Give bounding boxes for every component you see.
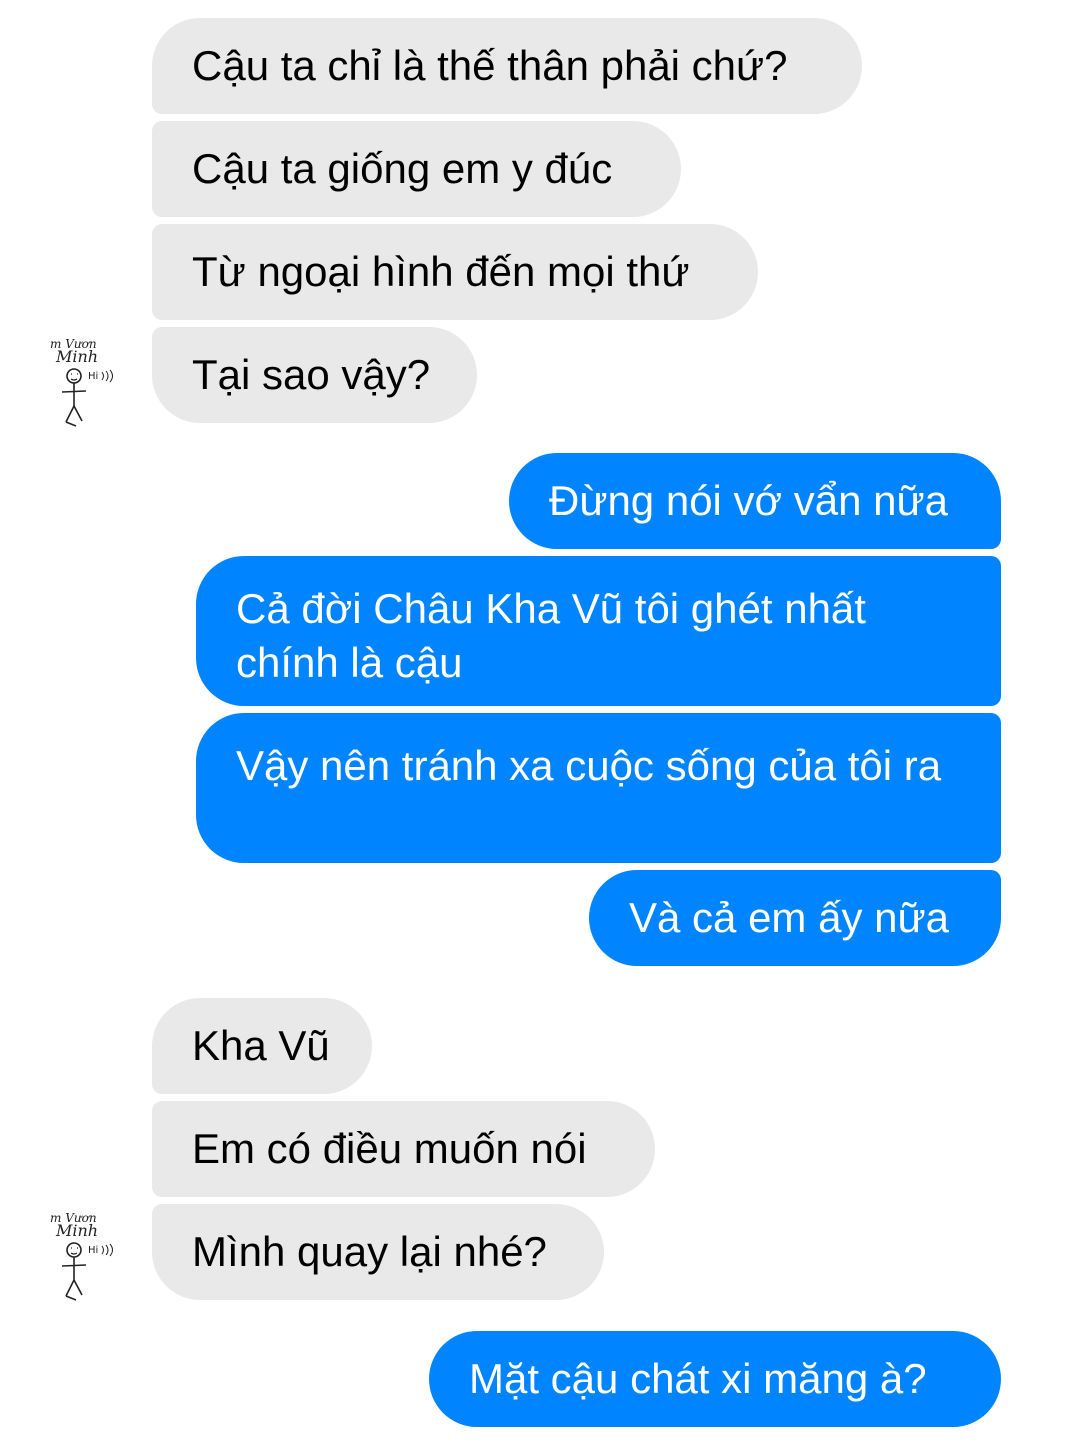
message-text: Em có điều muốn nói xyxy=(192,1125,587,1172)
message-text: Từ ngoại hình đến mọi thứ xyxy=(192,248,690,295)
message-bubble-incoming[interactable]: Tại sao vậy? xyxy=(152,327,477,423)
message-text: Và cả em ấy nữa xyxy=(629,894,949,941)
message-text: Mặt cậu chát xi măng à? xyxy=(469,1355,927,1402)
message-text: Cả đời Châu Kha Vũ tôi ghét nhất chính l… xyxy=(236,585,866,686)
message-bubble-outgoing[interactable]: Đừng nói vớ vẩn nữa xyxy=(509,453,1001,549)
message-text: Cậu ta chỉ là thế thân phải chứ? xyxy=(192,42,788,89)
message-text: Tại sao vậy? xyxy=(192,351,431,398)
message-bubble-incoming[interactable]: Cậu ta giống em y đúc xyxy=(152,121,681,217)
message-bubble-incoming[interactable]: Em có điều muốn nói xyxy=(152,1101,655,1197)
stick-figure-doodle-icon[interactable]: m Vươn Minh Hi xyxy=(48,1208,132,1304)
message-bubble-outgoing[interactable]: Cả đời Châu Kha Vũ tôi ghét nhất chính l… xyxy=(196,556,1001,706)
message-bubble-incoming[interactable]: Mình quay lại nhé? xyxy=(152,1204,604,1300)
message-text: Vậy nên tránh xa cuộc sống của tôi ra xyxy=(236,742,942,789)
message-text: Đừng nói vớ vẩn nữa xyxy=(549,477,948,524)
message-text: Cậu ta giống em y đúc xyxy=(192,145,613,192)
svg-text:Minh: Minh xyxy=(55,347,98,366)
message-bubble-outgoing[interactable]: Mặt cậu chát xi măng à? xyxy=(429,1331,1001,1427)
svg-text:Hi: Hi xyxy=(88,371,98,382)
svg-text:Minh: Minh xyxy=(55,1221,98,1240)
stick-figure-doodle-icon[interactable]: m Vươn Minh Hi xyxy=(48,334,132,430)
message-bubble-incoming[interactable]: Kha Vũ xyxy=(152,998,372,1094)
message-text: Mình quay lại nhé? xyxy=(192,1228,547,1275)
message-bubble-outgoing[interactable]: Vậy nên tránh xa cuộc sống của tôi ra xyxy=(196,713,1001,863)
message-bubble-incoming[interactable]: Từ ngoại hình đến mọi thứ xyxy=(152,224,758,320)
message-bubble-incoming[interactable]: Cậu ta chỉ là thế thân phải chứ? xyxy=(152,18,862,114)
message-bubble-outgoing[interactable]: Và cả em ấy nữa xyxy=(589,870,1001,966)
message-text: Kha Vũ xyxy=(192,1022,330,1069)
svg-text:Hi: Hi xyxy=(88,1245,98,1256)
